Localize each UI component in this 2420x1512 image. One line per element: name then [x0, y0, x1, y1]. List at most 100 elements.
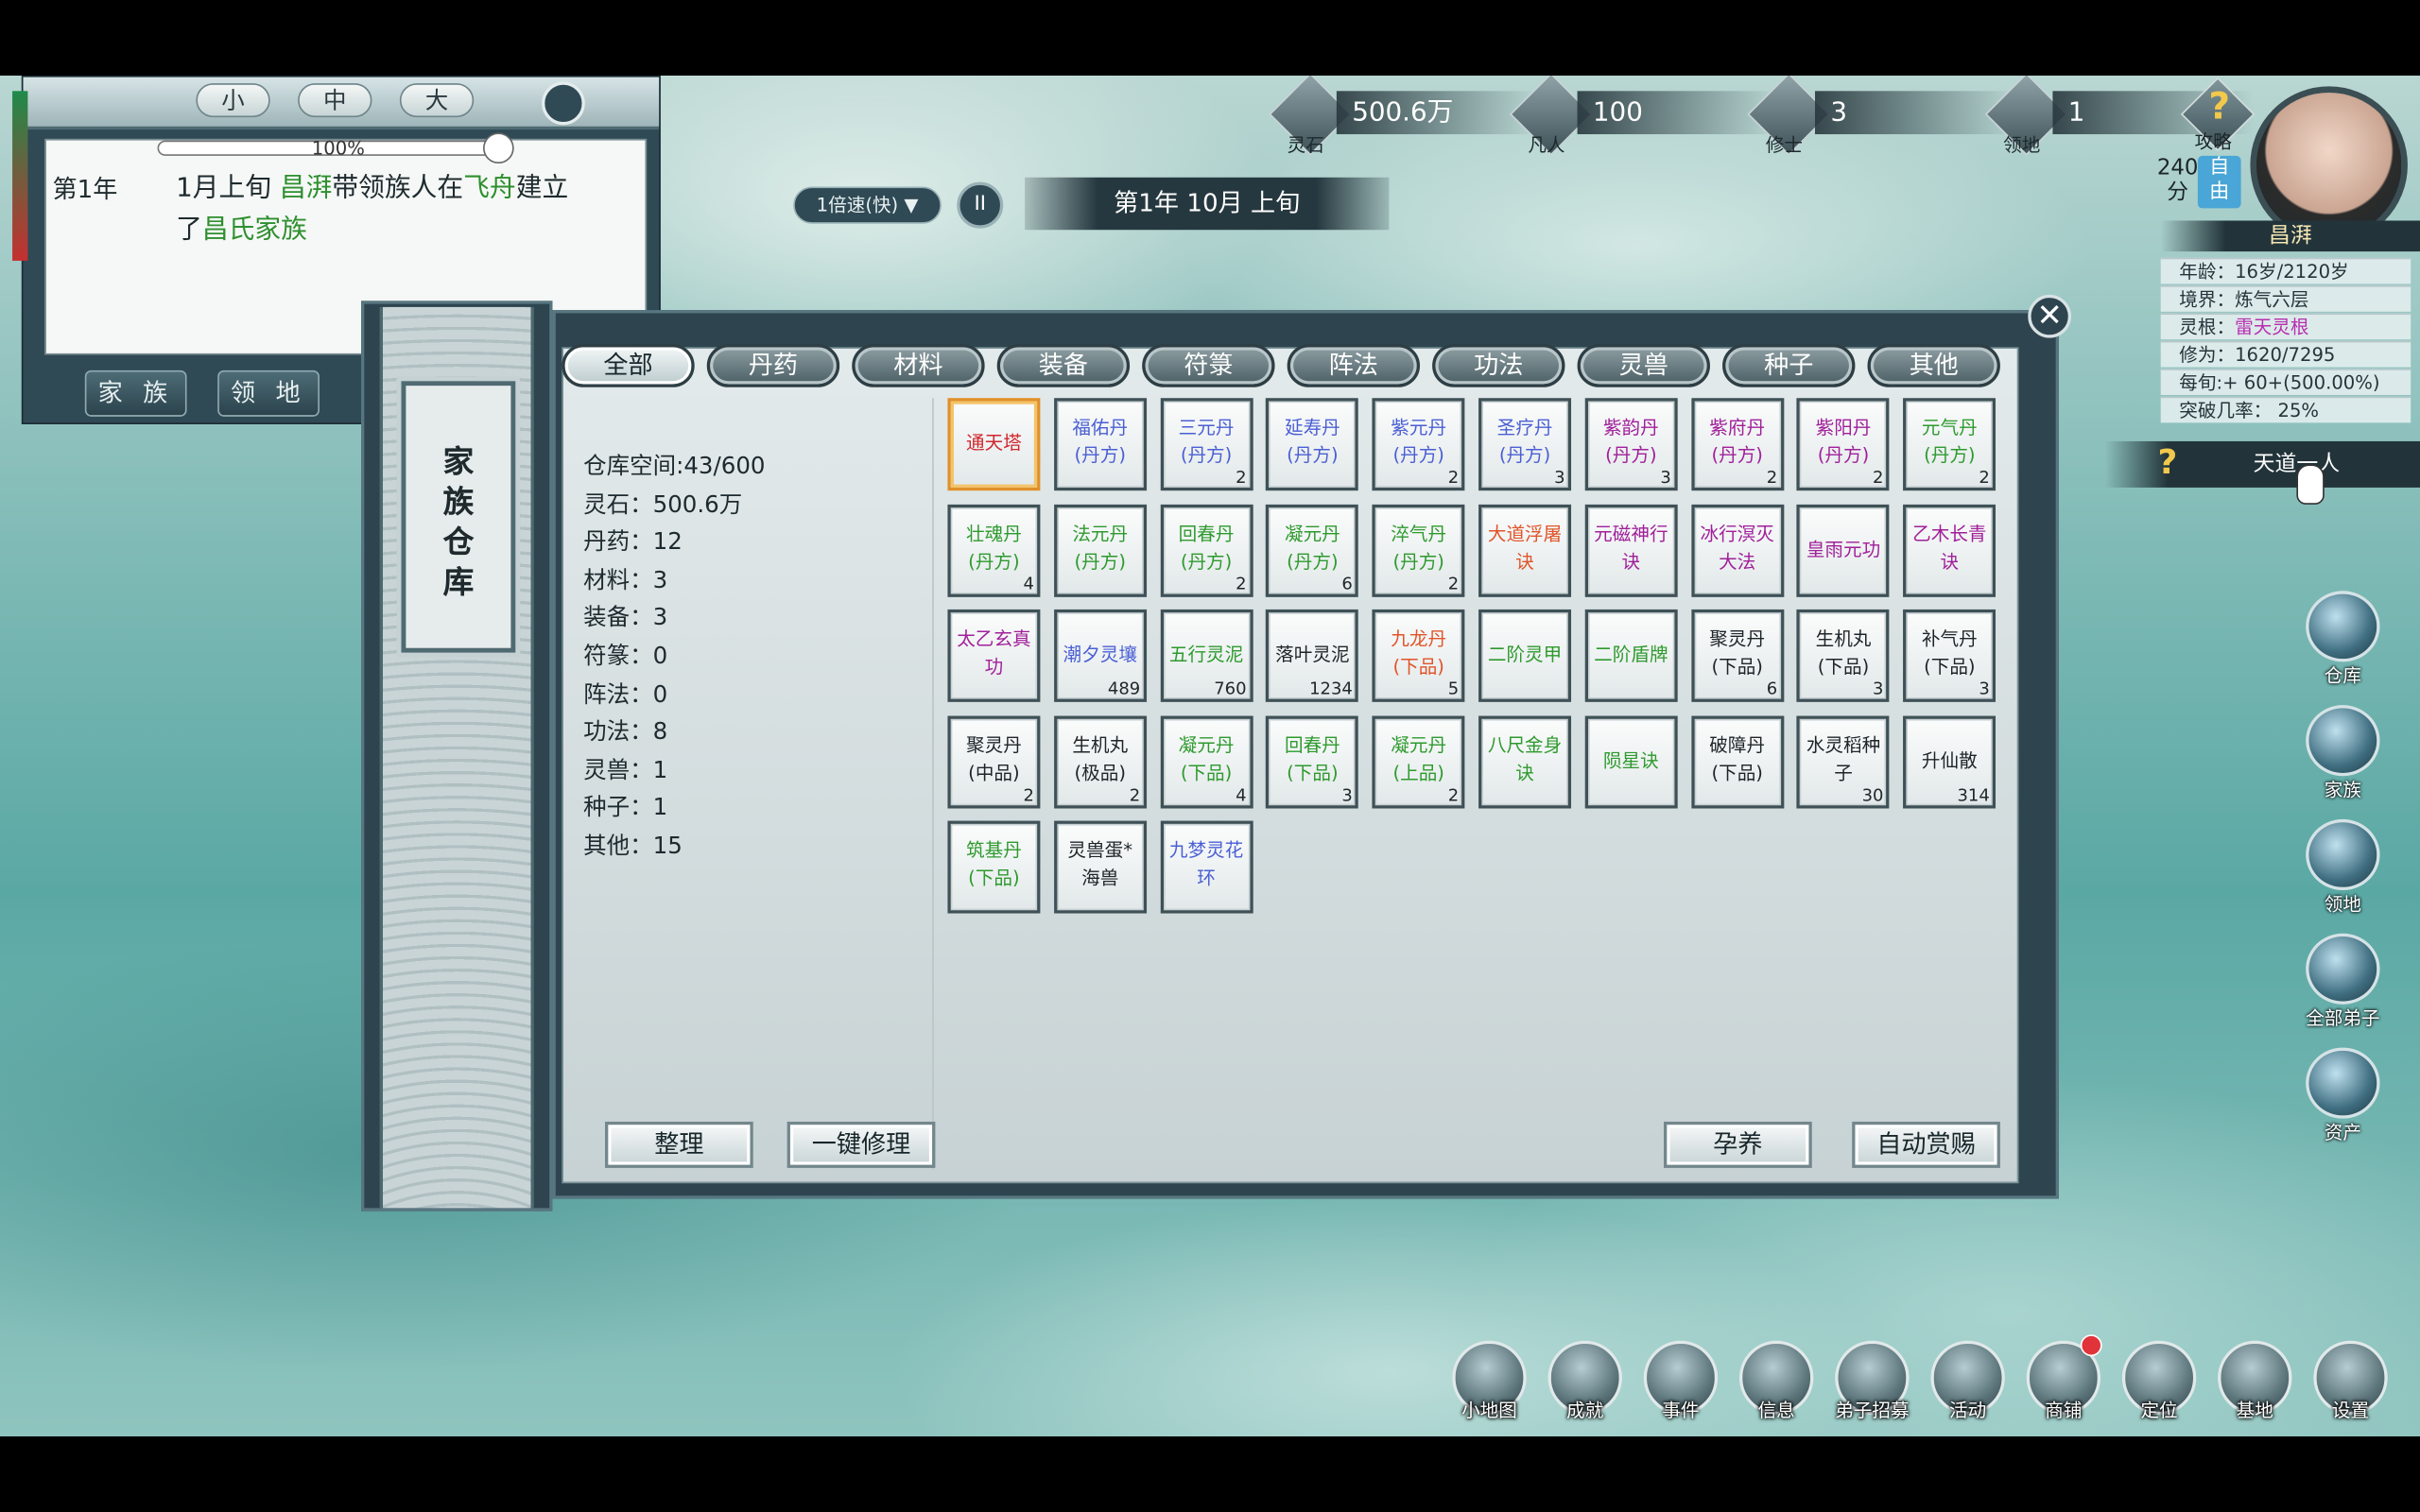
- item-slot[interactable]: 筑基丹(下品): [947, 820, 1041, 914]
- assets-menu-button[interactable]: 资产: [2296, 1047, 2389, 1150]
- nurture-button[interactable]: 孕养: [1663, 1121, 1812, 1168]
- item-slot[interactable]: 五行灵泥 760: [1160, 609, 1253, 702]
- guide-label: 攻略: [2194, 130, 2232, 153]
- family-menu-button[interactable]: 家族: [2296, 705, 2389, 807]
- event-button[interactable]: 事件: [1639, 1338, 1722, 1421]
- close-icon[interactable]: ✕: [2028, 294, 2072, 338]
- auto-reward-button[interactable]: 自动赏赐: [1852, 1121, 2000, 1168]
- family-button[interactable]: 家 族: [84, 369, 187, 417]
- recruit-button[interactable]: 弟子招募: [1830, 1338, 1913, 1421]
- item-slot[interactable]: 回春丹(丹方) 2: [1160, 504, 1253, 597]
- tiandao-banner[interactable]: 天道一人: [2104, 440, 2420, 488]
- character-per-period: 每旬:+ 60+(500.00%): [2160, 369, 2411, 395]
- item-slot[interactable]: 八尺金身诀: [1478, 714, 1572, 808]
- log-clan[interactable]: 昌氏家族: [202, 215, 307, 246]
- item-slot[interactable]: 福佑丹(丹方): [1053, 398, 1147, 491]
- item-slot[interactable]: 陨星诀: [1584, 714, 1678, 808]
- item-slot[interactable]: 法元丹(丹方): [1053, 504, 1147, 597]
- item-slot[interactable]: 皇雨元功: [1797, 504, 1891, 597]
- minimap-button[interactable]: 小地图: [1447, 1338, 1530, 1421]
- font-size-medium-button[interactable]: 中: [298, 83, 372, 118]
- tab-6[interactable]: 功法: [1432, 344, 1565, 387]
- item-slot[interactable]: 元磁神行诀: [1584, 504, 1678, 597]
- tab-8[interactable]: 种子: [1722, 344, 1856, 387]
- item-slot[interactable]: 落叶灵泥 1234: [1266, 609, 1359, 702]
- item-name: 皇雨元功: [1806, 537, 1881, 559]
- sort-button[interactable]: 整理: [604, 1121, 753, 1168]
- log-person[interactable]: 昌湃: [280, 173, 333, 204]
- item-slot[interactable]: 紫府丹(丹方) 2: [1690, 398, 1784, 491]
- mail-button[interactable]: 信息: [1735, 1338, 1818, 1421]
- item-count: 3: [1979, 679, 1990, 699]
- base-button[interactable]: 基地: [2213, 1338, 2296, 1421]
- item-slot[interactable]: 破障丹(下品): [1690, 714, 1784, 808]
- item-slot[interactable]: 凝元丹(上品) 2: [1372, 714, 1465, 808]
- repair-all-button[interactable]: 一键修理: [786, 1121, 936, 1168]
- achievement-button[interactable]: 成就: [1544, 1338, 1627, 1421]
- item-count: 2: [1447, 467, 1460, 488]
- speed-dropdown[interactable]: 1倍速(快) ▼: [793, 186, 942, 224]
- item-slot[interactable]: 壮魂丹(丹方) 4: [947, 504, 1041, 597]
- territory-button[interactable]: 领 地: [217, 369, 320, 417]
- item-slot[interactable]: 二阶盾牌: [1584, 609, 1678, 702]
- item-slot[interactable]: 聚灵丹(中品) 2: [947, 714, 1041, 808]
- warehouse-menu-button[interactable]: 仓库: [2296, 591, 2389, 693]
- item-slot[interactable]: 九梦灵花环: [1160, 820, 1253, 914]
- item-slot[interactable]: 通天塔: [947, 398, 1041, 491]
- item-slot[interactable]: 升仙散 314: [1903, 714, 1996, 808]
- free-mode-badge[interactable]: 自 由: [2197, 155, 2241, 209]
- item-slot[interactable]: 淬气丹(丹方) 2: [1372, 504, 1465, 597]
- item-slot[interactable]: 元气丹(丹方) 2: [1903, 398, 1996, 491]
- item-slot[interactable]: 生机丸(极品) 2: [1053, 714, 1147, 808]
- item-count: 760: [1214, 679, 1247, 699]
- item-slot[interactable]: 太乙玄真功: [947, 609, 1041, 702]
- tiandao-help-icon[interactable]: ?: [2157, 444, 2188, 484]
- stat-row: 装备：3: [583, 604, 668, 632]
- item-slot[interactable]: 乙木长青诀: [1903, 504, 1996, 597]
- item-slot[interactable]: 冰行溟灭大法: [1690, 504, 1784, 597]
- item-slot[interactable]: 回春丹(下品) 3: [1266, 714, 1359, 808]
- item-slot[interactable]: 灵兽蛋*海兽: [1053, 820, 1147, 914]
- item-name: 落叶灵泥: [1275, 643, 1350, 665]
- item-slot[interactable]: 大道浮屠诀: [1478, 504, 1572, 597]
- item-slot[interactable]: 圣疗丹(丹方) 3: [1478, 398, 1572, 491]
- item-slot[interactable]: 紫阳丹(丹方) 2: [1797, 398, 1891, 491]
- tab-5[interactable]: 阵法: [1287, 344, 1421, 387]
- log-zoom-value: 100%: [311, 137, 365, 160]
- tab-7[interactable]: 灵兽: [1577, 344, 1710, 387]
- tab-4[interactable]: 符箓: [1142, 344, 1275, 387]
- item-grid: 通天塔 福佑丹(丹方) 三元丹(丹方) 2 延寿丹(丹方) 紫元丹(丹方) 2 圣疗丹(丹方)…: [947, 398, 2013, 1169]
- item-slot[interactable]: 潮夕灵壤 489: [1053, 609, 1147, 702]
- font-size-large-button[interactable]: 大: [399, 83, 475, 118]
- item-name: 九龙丹(下品): [1391, 627, 1447, 678]
- item-slot[interactable]: 凝元丹(下品) 4: [1160, 714, 1253, 808]
- item-slot[interactable]: 水灵稻种子 30: [1797, 714, 1891, 808]
- item-slot[interactable]: 九龙丹(下品) 5: [1372, 609, 1465, 702]
- disciples-menu-button[interactable]: 全部弟子: [2296, 933, 2389, 1036]
- locate-button[interactable]: 定位: [2118, 1338, 2201, 1421]
- tab-3[interactable]: 装备: [996, 344, 1131, 387]
- log-zoom-knob[interactable]: [483, 132, 514, 164]
- character-breakthrough: 突破几率： 25%: [2160, 396, 2411, 423]
- item-slot[interactable]: 紫韵丹(丹方) 3: [1584, 398, 1678, 491]
- font-size-small-button[interactable]: 小: [196, 83, 270, 118]
- settings-button[interactable]: 设置: [2308, 1338, 2392, 1421]
- log-settings-icon[interactable]: [542, 81, 585, 126]
- territory-menu-button[interactable]: 领地: [2296, 818, 2389, 921]
- activity-button[interactable]: 活动: [1927, 1338, 2010, 1421]
- tab-9[interactable]: 其他: [1867, 344, 2000, 387]
- item-slot[interactable]: 三元丹(丹方) 2: [1160, 398, 1253, 491]
- toolbar-label: 事件: [1662, 1399, 1700, 1421]
- tab-0[interactable]: 全部: [562, 344, 695, 387]
- item-slot[interactable]: 凝元丹(丹方) 6: [1266, 504, 1359, 597]
- item-slot[interactable]: 补气丹(下品) 3: [1903, 609, 1996, 702]
- log-place[interactable]: 飞舟: [463, 173, 516, 204]
- tab-1[interactable]: 丹药: [706, 344, 840, 387]
- tab-2[interactable]: 材料: [852, 344, 985, 387]
- item-slot[interactable]: 二阶灵甲: [1478, 609, 1572, 702]
- pause-button[interactable]: II: [957, 181, 1004, 229]
- item-slot[interactable]: 聚灵丹(下品) 6: [1690, 609, 1784, 702]
- item-slot[interactable]: 紫元丹(丹方) 2: [1372, 398, 1465, 491]
- item-slot[interactable]: 延寿丹(丹方): [1266, 398, 1359, 491]
- item-slot[interactable]: 生机丸(下品) 3: [1797, 609, 1891, 702]
